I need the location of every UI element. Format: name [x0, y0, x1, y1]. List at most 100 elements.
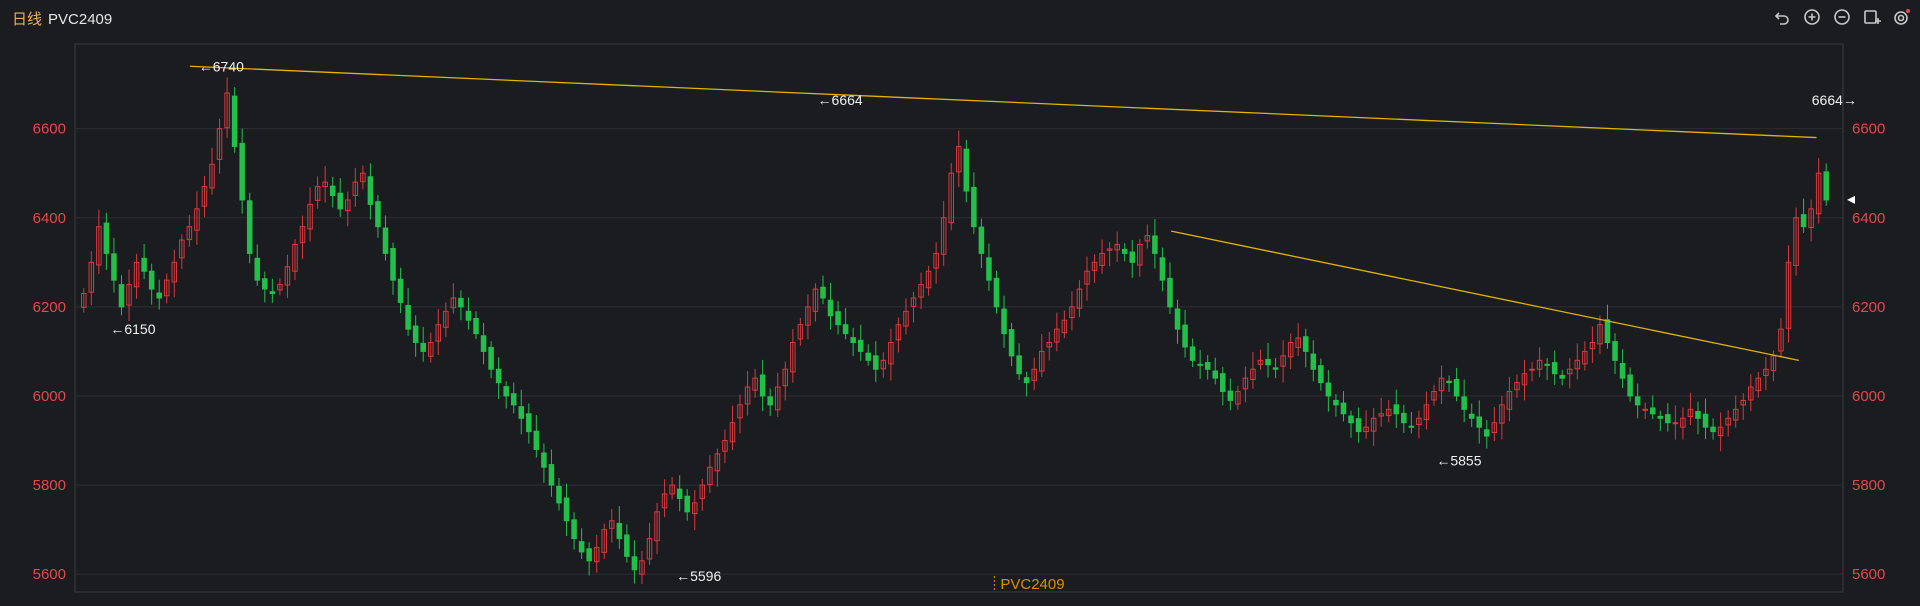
- candle-body: [1484, 429, 1490, 437]
- candle-body: [1008, 329, 1015, 357]
- candle-body: [1619, 362, 1626, 379]
- candle-body: [254, 257, 261, 281]
- candle-body: [1544, 363, 1550, 366]
- candle-body: [1272, 367, 1279, 370]
- candle-body: [1446, 380, 1452, 384]
- candle-body: [1702, 413, 1709, 428]
- candle-body: [873, 355, 879, 370]
- price-annotation: ←6740: [199, 58, 244, 74]
- grid: [74, 43, 1844, 593]
- candle-body: [563, 497, 570, 522]
- candle-body: [1800, 214, 1807, 228]
- candle-body: [1665, 414, 1671, 424]
- candlestick-chart[interactable]: 5600 5600 5800 5800 6000 6000 6200 6200 6400 6400…: [0, 0, 1920, 606]
- candle-body: [1710, 426, 1716, 433]
- y-tick-label-left: 5600: [33, 566, 66, 583]
- candle-body: [1333, 399, 1339, 406]
- candle-body: [367, 176, 374, 205]
- candle-body: [269, 291, 276, 294]
- y-tick-label-right: 6600: [1852, 121, 1885, 138]
- candle-body: [1318, 365, 1324, 384]
- annotations: ←6740 ←6150 ←5596 ←6664 ←5855 6664→ PVC2409: [110, 58, 1857, 593]
- candle-body: [1197, 363, 1203, 366]
- last-price-marker: [1847, 195, 1855, 204]
- candle-body: [412, 325, 419, 344]
- candle-body: [1159, 257, 1166, 281]
- price-annotation: 6664→: [1812, 92, 1857, 108]
- candle-body: [1642, 408, 1648, 411]
- candle-body: [1348, 415, 1354, 424]
- candle-body: [1649, 407, 1656, 415]
- candle-body: [1152, 235, 1158, 254]
- candle-body: [827, 299, 834, 317]
- candle-body: [141, 257, 147, 272]
- y-tick-label-right: 6000: [1852, 388, 1885, 405]
- candle-body: [526, 413, 532, 433]
- candle-body: [541, 452, 547, 468]
- candle-body: [103, 222, 110, 254]
- candle-body: [1121, 248, 1128, 254]
- candle-body: [631, 556, 638, 571]
- candle-body: [495, 368, 502, 384]
- candle-body: [1612, 341, 1618, 361]
- candle-body: [1695, 411, 1701, 419]
- candle-body: [397, 278, 404, 303]
- candle-body: [624, 534, 630, 557]
- candle-body: [1355, 418, 1362, 433]
- candle-body: [1129, 251, 1136, 263]
- candle-body: [111, 253, 117, 281]
- candle-body: [510, 393, 517, 406]
- y-tick-label-left: 6000: [33, 388, 66, 405]
- candle-body: [405, 305, 411, 330]
- candle-body: [548, 464, 555, 486]
- candle-body: [571, 519, 577, 540]
- candle-body: [1182, 324, 1188, 348]
- candle-body: [1302, 336, 1309, 352]
- candle-body: [1461, 396, 1467, 410]
- candle-body: [231, 95, 238, 147]
- candle-body: [1823, 171, 1829, 201]
- candle-body: [1016, 355, 1022, 375]
- candle-body: [1204, 362, 1211, 370]
- candle-body: [759, 374, 766, 397]
- candle-body: [518, 406, 525, 419]
- y-tick-label-right: 5600: [1852, 566, 1885, 583]
- y-tick-label-left: 6600: [33, 121, 66, 138]
- y-tick-label-left: 5800: [33, 477, 66, 494]
- candle-body: [767, 396, 773, 406]
- candle-body: [1657, 415, 1664, 419]
- candle-body: [465, 310, 472, 321]
- candle-body: [375, 201, 381, 228]
- candle-body: [1529, 368, 1535, 371]
- candle-body: [503, 386, 509, 397]
- y-tick-label-right: 5800: [1852, 477, 1885, 494]
- trendline: [189, 65, 1817, 139]
- candle-body: [616, 522, 623, 540]
- candle-body: [1325, 382, 1332, 397]
- candle-body: [488, 346, 494, 370]
- candle-body: [337, 192, 344, 210]
- candle-body: [1393, 404, 1400, 415]
- candle-body: [586, 548, 592, 562]
- candle-body: [676, 488, 683, 499]
- candle-body: [556, 485, 562, 504]
- candle-body: [1672, 422, 1679, 425]
- candle-body: [1265, 358, 1271, 366]
- y-tick-label-right: 6400: [1852, 210, 1885, 227]
- candle-body: [684, 495, 690, 513]
- trendline: [1171, 230, 1799, 361]
- y-tick-label-right: 6200: [1852, 299, 1885, 316]
- y-tick-label-left: 6400: [33, 210, 66, 227]
- candle-body: [156, 292, 162, 299]
- crosshair-symbol-label: PVC2409: [1000, 576, 1064, 593]
- candle-body: [1167, 277, 1173, 308]
- candle-body: [473, 317, 479, 335]
- candle-body: [329, 185, 336, 196]
- y-tick-label-left: 6200: [33, 299, 66, 316]
- candle-body: [1023, 377, 1030, 384]
- candle-body: [978, 226, 985, 254]
- candle-body: [148, 270, 155, 290]
- candle-body: [865, 352, 872, 361]
- candle-body: [1453, 378, 1460, 397]
- candle-body: [1310, 353, 1317, 370]
